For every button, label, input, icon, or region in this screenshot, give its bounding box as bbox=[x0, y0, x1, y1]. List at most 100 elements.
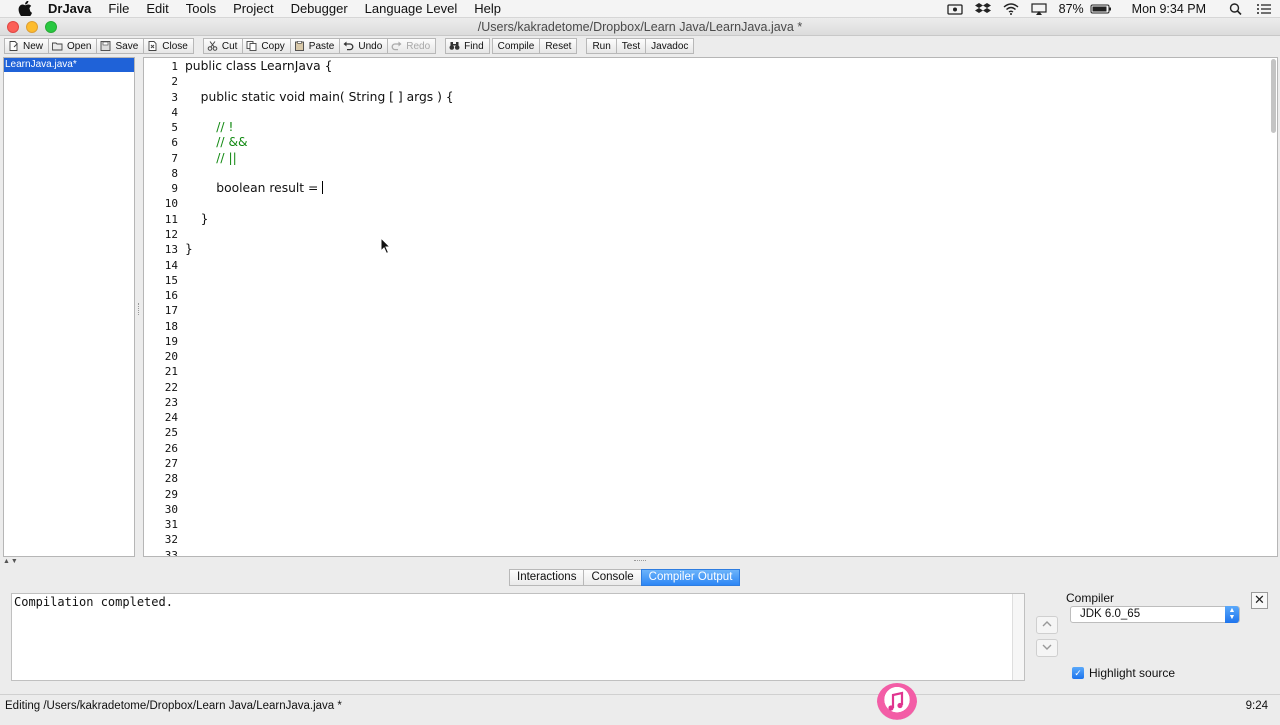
wifi-icon[interactable] bbox=[1003, 3, 1019, 15]
line-number: 1 bbox=[171, 60, 178, 73]
highlight-source-label: Highlight source bbox=[1089, 666, 1176, 680]
copy-icon bbox=[246, 41, 257, 51]
open-folder-icon bbox=[52, 42, 63, 51]
window-title: /Users/kakradetome/Dropbox/Learn Java/Le… bbox=[477, 20, 803, 34]
line-number: 21 bbox=[164, 365, 178, 379]
horizontal-splitter[interactable]: ▲▼ bbox=[0, 557, 1280, 568]
output-scrollbar[interactable] bbox=[1012, 594, 1024, 680]
cut-button[interactable]: Cut bbox=[202, 38, 244, 54]
line-number: 8 bbox=[171, 166, 178, 180]
line-number: 2 bbox=[171, 75, 178, 89]
test-button[interactable]: Test bbox=[615, 38, 647, 54]
reset-button[interactable]: Reset bbox=[539, 38, 578, 54]
line-number: 27 bbox=[164, 457, 178, 471]
dropbox-icon[interactable] bbox=[974, 3, 991, 15]
menu-project[interactable]: Project bbox=[233, 1, 273, 17]
compiler-side-panel: Compiler JDK 6.0_65 ▲ ▼ ✕ ✓ Highlight sou… bbox=[1030, 590, 1278, 690]
tab-interactions[interactable]: Interactions bbox=[509, 569, 585, 586]
line-number: 33 bbox=[164, 548, 178, 557]
code-line: } bbox=[185, 242, 193, 257]
save-button-label: Save bbox=[115, 40, 139, 52]
menu-clock[interactable]: Mon 9:34 PM bbox=[1132, 2, 1206, 16]
next-error-button[interactable] bbox=[1036, 639, 1058, 657]
code-line: } bbox=[185, 211, 209, 226]
itunes-dock-icon[interactable] bbox=[877, 683, 917, 720]
text-cursor bbox=[322, 181, 324, 195]
compiler-label: Compiler bbox=[1066, 591, 1115, 605]
dropdown-arrows-icon: ▲ ▼ bbox=[1225, 606, 1239, 623]
toolbar: New Open Save Close Cut Copy Paste Undo … bbox=[0, 37, 1280, 55]
copy-button[interactable]: Copy bbox=[242, 38, 291, 54]
compile-button-label: Compile bbox=[497, 40, 535, 52]
music-note-icon bbox=[888, 691, 904, 711]
undo-button[interactable]: Undo bbox=[339, 38, 389, 54]
undo-button-label: Undo bbox=[358, 40, 383, 52]
compile-button[interactable]: Compile bbox=[491, 38, 541, 54]
code-comment-line: // ! bbox=[185, 120, 234, 135]
line-number: 25 bbox=[164, 426, 178, 440]
battery-percent[interactable]: 87% bbox=[1059, 2, 1084, 16]
editor-scrollbar[interactable] bbox=[1271, 58, 1277, 556]
line-number: 16 bbox=[164, 289, 178, 303]
document-list-item-selected[interactable]: LearnJava.java* bbox=[4, 58, 134, 72]
tab-console[interactable]: Console bbox=[583, 569, 642, 586]
previous-error-button[interactable] bbox=[1036, 616, 1058, 634]
open-button[interactable]: Open bbox=[48, 38, 98, 54]
save-button[interactable]: Save bbox=[96, 38, 145, 54]
paste-clipboard-icon bbox=[294, 41, 304, 51]
mouse-pointer-icon bbox=[380, 237, 392, 255]
menu-help[interactable]: Help bbox=[474, 1, 501, 17]
close-file-icon bbox=[148, 41, 157, 51]
menu-debugger[interactable]: Debugger bbox=[291, 1, 348, 17]
new-button[interactable]: New bbox=[4, 38, 50, 54]
notification-center-icon[interactable] bbox=[1256, 3, 1272, 15]
line-number-gutter: 1 2 3 4 5 6 7 8 9 10 11 12 13 14 15 16 17 18 19 20 21 22 23 24 2… bbox=[144, 58, 182, 556]
compiler-output-pane[interactable]: Compilation completed. bbox=[11, 593, 1025, 681]
javadoc-button-label: Javadoc bbox=[651, 40, 689, 52]
compiler-output-text: Compilation completed. bbox=[14, 595, 173, 609]
menu-edit[interactable]: Edit bbox=[146, 1, 168, 17]
chevron-down-icon bbox=[1042, 644, 1052, 650]
battery-icon[interactable] bbox=[1090, 3, 1112, 15]
close-button[interactable]: Close bbox=[143, 38, 194, 54]
line-number: 30 bbox=[164, 502, 178, 516]
close-panel-button[interactable]: ✕ bbox=[1251, 592, 1268, 609]
redo-button[interactable]: Redo bbox=[387, 38, 437, 54]
menu-file[interactable]: File bbox=[108, 1, 129, 17]
menu-language-level[interactable]: Language Level bbox=[365, 1, 458, 17]
menu-app-drjava[interactable]: DrJava bbox=[48, 1, 91, 17]
line-number: 18 bbox=[164, 319, 178, 333]
tab-compiler-output[interactable]: Compiler Output bbox=[640, 569, 741, 586]
screen-record-icon[interactable] bbox=[946, 3, 963, 15]
document-list: LearnJava.java* bbox=[3, 57, 135, 557]
paste-button-label: Paste bbox=[308, 40, 335, 52]
run-button[interactable]: Run bbox=[586, 38, 617, 54]
new-file-icon bbox=[9, 41, 18, 51]
scissors-icon bbox=[207, 41, 218, 51]
apple-icon[interactable] bbox=[18, 1, 32, 16]
code-comment-line: // && bbox=[185, 135, 248, 150]
line-number: 13 bbox=[164, 243, 178, 257]
find-button[interactable]: Find bbox=[445, 38, 490, 54]
line-number: 22 bbox=[164, 380, 178, 394]
line-number: 12 bbox=[164, 227, 178, 241]
javadoc-button[interactable]: Javadoc bbox=[645, 38, 695, 54]
spotlight-search-icon[interactable] bbox=[1228, 3, 1244, 15]
undo-icon bbox=[343, 41, 354, 51]
highlight-source-checkbox[interactable]: ✓ bbox=[1072, 667, 1084, 679]
code-editor[interactable]: 1 2 3 4 5 6 7 8 9 10 11 12 13 14 15 16 17 18 19 20 21 22 23 24 2… bbox=[143, 57, 1278, 557]
compiler-select[interactable]: JDK 6.0_65 ▲ ▼ bbox=[1070, 606, 1240, 623]
cut-button-label: Cut bbox=[221, 40, 238, 52]
splitter-arrows-icon[interactable]: ▲▼ bbox=[3, 558, 19, 565]
line-number: 7 bbox=[171, 151, 178, 165]
code-line: public static void main( String [ ] args… bbox=[185, 89, 454, 104]
airplay-icon[interactable] bbox=[1031, 3, 1047, 15]
editor-scrollbar-thumb[interactable] bbox=[1271, 59, 1276, 133]
line-number: 26 bbox=[164, 441, 178, 455]
vertical-splitter[interactable] bbox=[136, 57, 143, 557]
menu-tools[interactable]: Tools bbox=[186, 1, 216, 17]
test-button-label: Test bbox=[621, 40, 641, 52]
line-number: 31 bbox=[164, 518, 178, 532]
paste-button[interactable]: Paste bbox=[289, 38, 341, 54]
find-button-label: Find bbox=[464, 40, 484, 52]
